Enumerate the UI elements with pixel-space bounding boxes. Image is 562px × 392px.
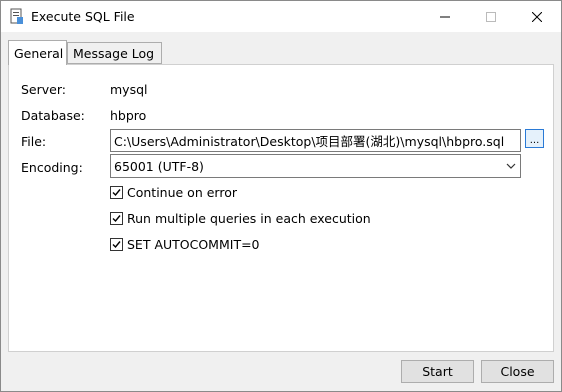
close-button-label: Close [500, 364, 535, 379]
checkmark-icon [110, 212, 123, 225]
maximize-icon [486, 11, 496, 22]
continue-on-error-checkbox[interactable]: Continue on error [110, 185, 237, 200]
title-bar[interactable]: Execute SQL File [1, 1, 561, 32]
file-label: File: [21, 134, 47, 149]
execute-sql-dialog: Execute SQL File General Message Log Ser… [0, 0, 562, 392]
tab-message-log-label: Message Log [73, 45, 155, 61]
tab-message-log[interactable]: Message Log [67, 42, 162, 64]
database-value: hbpro [110, 108, 147, 123]
run-multiple-queries-checkbox[interactable]: Run multiple queries in each execution [110, 211, 371, 226]
checkmark-icon [110, 238, 123, 251]
browse-button-label: ... [529, 135, 540, 146]
close-window-button[interactable] [514, 1, 560, 32]
file-path-input[interactable]: C:\Users\Administrator\Desktop\项目部署(湖北)\… [110, 129, 521, 152]
encoding-select[interactable]: 65001 (UTF-8) [110, 154, 521, 178]
chevron-down-icon [506, 163, 516, 169]
start-button-label: Start [422, 364, 453, 379]
checkmark-icon [110, 186, 123, 199]
server-value: mysql [110, 82, 148, 97]
file-path-value: C:\Users\Administrator\Desktop\项目部署(湖北)\… [114, 134, 505, 149]
server-label: Server: [21, 82, 66, 97]
run-multiple-queries-label: Run multiple queries in each execution [127, 211, 371, 226]
maximize-button[interactable] [468, 1, 514, 32]
browse-file-button[interactable]: ... [525, 129, 544, 148]
close-icon [532, 11, 542, 22]
database-label: Database: [21, 108, 85, 123]
set-autocommit-checkbox[interactable]: SET AUTOCOMMIT=0 [110, 237, 260, 252]
start-button[interactable]: Start [401, 360, 474, 383]
minimize-button[interactable] [422, 1, 468, 32]
continue-on-error-label: Continue on error [127, 185, 237, 200]
tab-general-label: General [14, 45, 64, 61]
general-panel: Server: mysql Database: hbpro File: C:\U… [8, 64, 554, 352]
sql-file-icon [10, 8, 23, 24]
encoding-value: 65001 (UTF-8) [114, 158, 204, 174]
tab-general[interactable]: General [8, 40, 67, 65]
minimize-icon [440, 16, 450, 17]
encoding-label: Encoding: [21, 160, 83, 175]
set-autocommit-label: SET AUTOCOMMIT=0 [127, 237, 260, 252]
close-button[interactable]: Close [481, 360, 554, 383]
window-title: Execute SQL File [31, 9, 135, 24]
